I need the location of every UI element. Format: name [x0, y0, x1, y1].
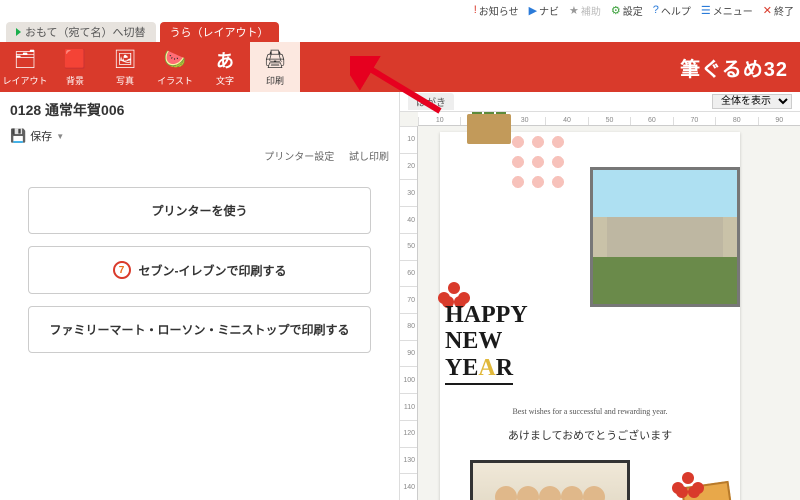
- assist-icon: ★: [569, 4, 579, 17]
- printer-links: プリンター設定 試し印刷: [10, 148, 389, 163]
- plum-flower-icon: [674, 472, 702, 500]
- canvas: 102030405060708090 102030405060708090100…: [400, 112, 800, 500]
- option-seven-eleven[interactable]: 7 セブン‐イレブンで印刷する: [28, 246, 371, 294]
- menu-menu[interactable]: ☰メニュー: [701, 3, 753, 18]
- photo-building: [590, 167, 740, 307]
- menu-navi[interactable]: ▶ナビ: [529, 3, 559, 18]
- save-icon: 💾: [10, 128, 26, 144]
- photo-group: [470, 460, 630, 500]
- menu-icon: ☰: [701, 4, 711, 17]
- menu-exit[interactable]: ✕終了: [763, 3, 794, 18]
- document-title: 0128 通常年賀006: [10, 100, 389, 120]
- print-options: プリンターを使う 7 セブン‐イレブンで印刷する ファミリーマート・ローソン・ミ…: [10, 187, 389, 353]
- menu-oshirase[interactable]: !お知らせ: [474, 3, 519, 18]
- top-menu: !お知らせ ▶ナビ ★補助 ⚙設定 ?ヘルプ ☰メニュー ✕終了: [0, 0, 800, 20]
- nav-icon: ▶: [529, 4, 537, 17]
- background-icon: 🟥: [61, 48, 89, 72]
- alert-icon: !: [474, 4, 477, 16]
- ribbon-print[interactable]: 🖨印刷: [250, 42, 300, 92]
- close-icon: ✕: [763, 4, 772, 17]
- layout-icon: 🗂: [11, 48, 39, 72]
- ribbon: 🗂レイアウト 🟥背景 🖼写真 🍉イラスト あ文字 🖨印刷 筆ぐるめ32: [0, 42, 800, 92]
- ribbon-photo[interactable]: 🖼写真: [100, 42, 150, 92]
- bottom-right-decoration: [642, 460, 732, 500]
- preview-panel: はがき 全体を表示 102030405060708090 10203040506…: [400, 92, 800, 500]
- seven-eleven-icon: 7: [113, 261, 131, 279]
- menu-hojo[interactable]: ★補助: [569, 3, 601, 18]
- japanese-greeting: あけましておめでとうございます: [440, 427, 740, 443]
- subtitle-text: Best wishes for a successful and rewardi…: [440, 407, 740, 416]
- ruler-vertical: 102030405060708090100110120130140: [400, 126, 418, 500]
- ribbon-background[interactable]: 🟥背景: [50, 42, 100, 92]
- ribbon-layout[interactable]: 🗂レイアウト: [0, 42, 50, 92]
- photo-icon: 🖼: [111, 48, 139, 72]
- menu-help[interactable]: ?ヘルプ: [653, 3, 691, 18]
- menu-settei[interactable]: ⚙設定: [611, 3, 643, 18]
- save-bar[interactable]: 💾 保存 ▼: [10, 128, 389, 144]
- brand-logo: 筆ぐるめ32: [680, 53, 800, 82]
- preview-tab-hagaki[interactable]: はがき: [408, 93, 454, 110]
- left-panel: 0128 通常年賀006 💾 保存 ▼ プリンター設定 試し印刷 プリンターを使…: [0, 92, 400, 500]
- text-icon: あ: [211, 48, 239, 72]
- ribbon-text[interactable]: あ文字: [200, 42, 250, 92]
- gear-icon: ⚙: [611, 4, 621, 17]
- option-konbini[interactable]: ファミリーマート・ローソン・ミニストップで印刷する: [28, 306, 371, 353]
- pattern-decoration: [508, 132, 568, 192]
- main: 0128 通常年賀006 💾 保存 ▼ プリンター設定 試し印刷 プリンターを使…: [0, 92, 800, 500]
- preview-bar: はがき 全体を表示: [400, 92, 800, 112]
- tab-omote[interactable]: おもて（宛て名）へ切替: [6, 22, 156, 42]
- save-label: 保存: [30, 128, 52, 144]
- triangle-icon: [16, 28, 21, 36]
- illust-icon: 🍉: [161, 48, 189, 72]
- tab-ura[interactable]: うら（レイアウト）: [160, 22, 279, 42]
- option-use-printer[interactable]: プリンターを使う: [28, 187, 371, 234]
- printer-settings-link[interactable]: プリンター設定: [264, 152, 334, 163]
- happy-new-year-text: HAPPY NEW YEAR: [445, 302, 528, 385]
- postcard-preview[interactable]: HAPPY NEW YEAR Best wishes for a success…: [440, 132, 740, 500]
- test-print-link[interactable]: 試し印刷: [349, 152, 389, 163]
- zoom-select[interactable]: 全体を表示: [712, 94, 792, 109]
- print-icon: 🖨: [261, 48, 289, 72]
- ribbon-illust[interactable]: 🍉イラスト: [150, 42, 200, 92]
- help-icon: ?: [653, 4, 659, 16]
- side-tabs: おもて（宛て名）へ切替 うら（レイアウト）: [0, 20, 800, 42]
- chevron-down-icon: ▼: [56, 132, 64, 141]
